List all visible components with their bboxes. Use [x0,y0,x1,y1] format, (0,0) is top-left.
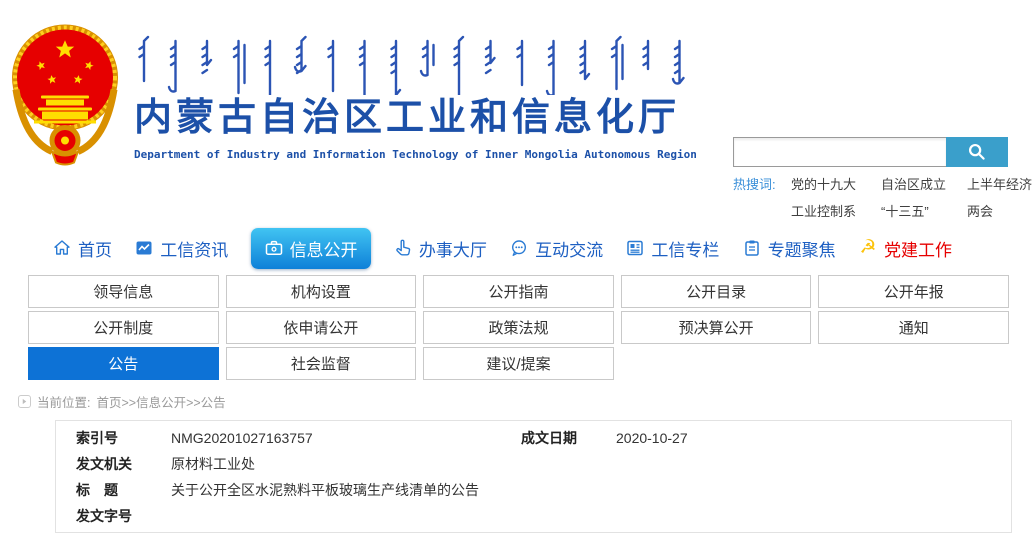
nav-label: 工信专栏 [651,236,719,261]
china-national-emblem-icon [8,13,122,166]
hot-keyword[interactable]: 自治区成立 [881,176,967,193]
nav-item-topics[interactable]: 专题聚焦 [742,236,836,261]
breadcrumb-arrow-icon [18,395,31,408]
nav-item-home[interactable]: 首页 [52,236,112,261]
doc-row: 索引号 NMG20201027163757 成文日期 2020-10-27 [56,425,1011,451]
submenu-item-policy-law[interactable]: 政策法规 [423,311,614,344]
nav-item-info-disclosure[interactable]: 信息公开 [251,228,371,269]
search-icon [966,141,988,163]
nav-item-party-building[interactable]: ☭ 党建工作 [858,236,952,261]
doc-field-label: 发文机关 [76,451,171,477]
hot-keyword[interactable]: 党的十九大 [791,176,881,193]
breadcrumb: 当前位置: 首页>>信息公开>>公告 [18,392,226,411]
nav-label: 专题聚焦 [768,236,836,261]
nav-item-news[interactable]: 工信资讯 [134,236,228,261]
nav-label: 党建工作 [884,236,952,261]
mongolian-script [134,33,700,95]
submenu-item-proposals[interactable]: 建议/提案 [423,347,614,380]
clipboard-icon [742,238,762,258]
submenu-item-leader-info[interactable]: 领导信息 [28,275,219,308]
hot-search: 热搜词: 党的十九大 自治区成立 上半年经济 工业控制系 “十三五” 两会 [733,176,1032,220]
doc-row: 发文机关 原材料工业处 [56,451,1011,477]
doc-field-value: 关于公开全区水泥熟料平板玻璃生产线清单的公告 [171,477,479,503]
submenu-item-annual-report[interactable]: 公开年报 [818,275,1009,308]
doc-field-label: 索引号 [76,425,171,451]
hot-search-label: 热搜词: [733,176,791,220]
document-info-box: 索引号 NMG20201027163757 成文日期 2020-10-27 发文… [55,420,1012,533]
doc-field-label: 成文日期 [521,425,616,451]
hot-keyword[interactable]: 上半年经济 [967,176,1032,193]
submenu-item-supervision[interactable]: 社会监督 [226,347,417,380]
speech-bubble-icon [509,238,529,258]
hot-keyword[interactable]: “十三五” [881,203,967,220]
submenu-item-on-request[interactable]: 依申请公开 [226,311,417,344]
submenu-grid: 领导信息 机构设置 公开指南 公开目录 公开年报 公开制度 依申请公开 政策法规… [28,275,1009,380]
breadcrumb-prefix: 当前位置: [37,392,90,411]
nav-item-service-hall[interactable]: 办事大厅 [393,236,487,261]
brand-block: 内蒙古自治区工业和信息化厅 Department of Industry and… [134,33,706,161]
search-area [733,137,1008,167]
submenu-item-open-system[interactable]: 公开制度 [28,311,219,344]
nav-label: 互动交流 [535,236,603,261]
doc-field-value: 2020-10-27 [616,425,688,451]
search-button[interactable] [946,137,1008,167]
news-chart-icon [134,238,154,258]
submenu-item-budget[interactable]: 预决算公开 [621,311,812,344]
briefcase-icon [264,238,284,258]
main-nav: 首页 工信资讯 信息公开 办事大厅 互动交流 [0,225,1032,271]
submenu-item-org-setup[interactable]: 机构设置 [226,275,417,308]
doc-row: 发文字号 [56,503,1011,529]
submenu-item-open-catalog[interactable]: 公开目录 [621,275,812,308]
doc-field-label: 发文字号 [76,503,171,529]
submenu-item-notice[interactable]: 通知 [818,311,1009,344]
doc-field-label: 标 题 [76,477,171,503]
hot-keyword[interactable]: 工业控制系 [791,203,881,220]
site-subtitle-en: Department of Industry and Information T… [134,148,706,161]
hand-pointer-icon [393,238,413,258]
newspaper-icon [625,238,645,258]
doc-row: 标 题 关于公开全区水泥熟料平板玻璃生产线清单的公告 [56,477,1011,503]
nav-item-special-column[interactable]: 工信专栏 [625,236,719,261]
submenu-item-announcement[interactable]: 公告 [28,347,219,380]
breadcrumb-path[interactable]: 首页>>信息公开>>公告 [96,392,225,411]
party-emblem-icon: ☭ [858,238,878,258]
nav-label: 工信资讯 [160,236,228,261]
nav-label: 首页 [78,236,112,261]
search-input[interactable] [733,137,946,167]
nav-label: 信息公开 [290,236,358,261]
nav-item-interaction[interactable]: 互动交流 [509,236,603,261]
doc-field-value: NMG20201027163757 [171,425,521,451]
nav-label: 办事大厅 [419,236,487,261]
hot-keyword[interactable]: 两会 [967,203,1032,220]
site-title: 内蒙古自治区工业和信息化厅 [134,96,706,140]
submenu-item-open-guide[interactable]: 公开指南 [423,275,614,308]
home-icon [52,238,72,258]
doc-field-value: 原材料工业处 [171,451,255,477]
